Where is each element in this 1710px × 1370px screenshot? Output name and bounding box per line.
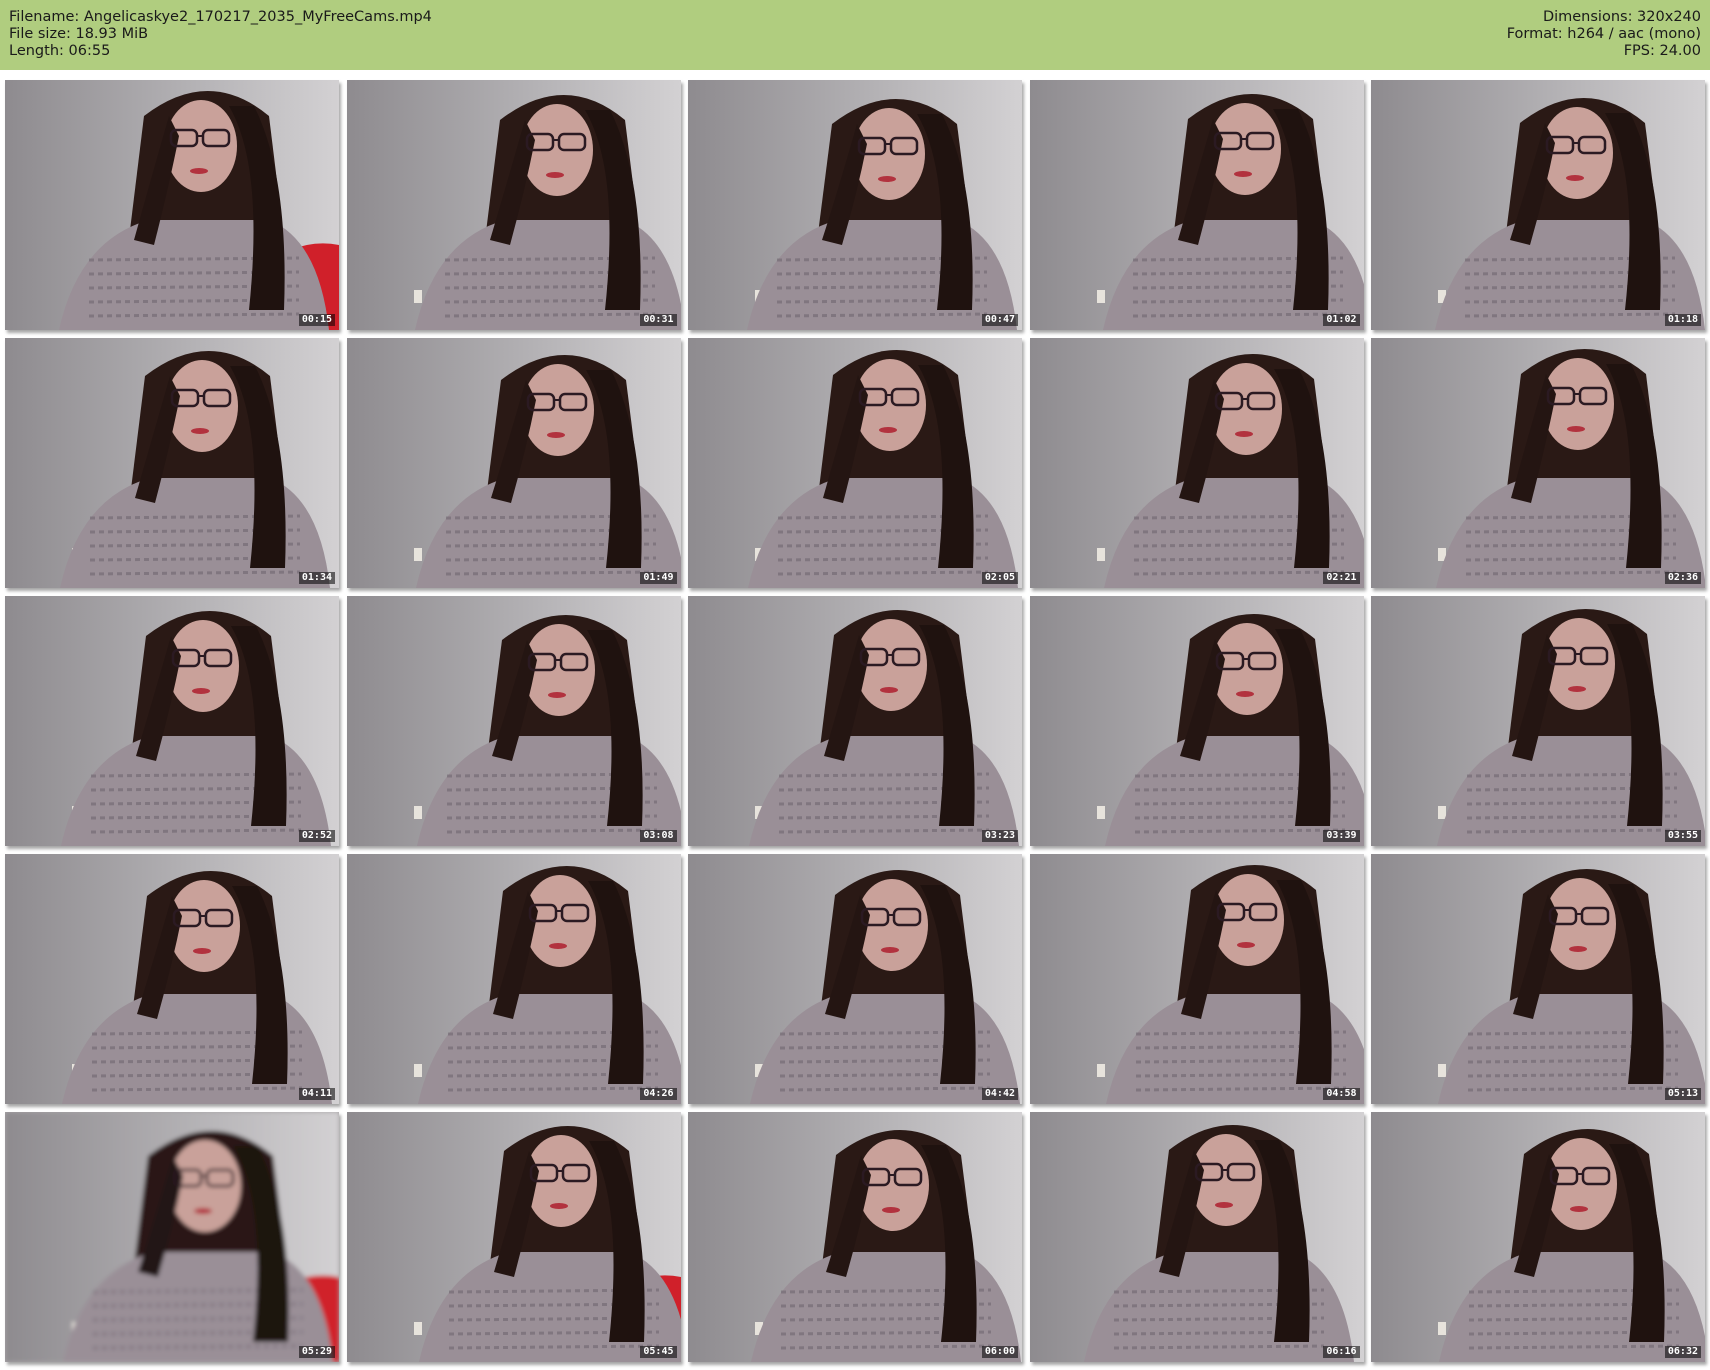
video-thumbnail[interactable]: 03:39 xyxy=(1029,596,1364,846)
video-thumbnail[interactable]: 01:02 xyxy=(1029,80,1364,330)
thumbnail-image xyxy=(5,338,339,588)
file-meta-right: Dimensions: 320x240 Format: h264 / aac (… xyxy=(1507,9,1701,60)
thumbnail-timestamp: 00:15 xyxy=(298,314,335,326)
thumbnail-timestamp: 01:02 xyxy=(1323,314,1360,326)
thumbnail-image xyxy=(1029,596,1364,846)
thumbnail-timestamp: 00:47 xyxy=(981,314,1018,326)
thumbnail-timestamp: 06:16 xyxy=(1323,1346,1360,1358)
thumbnail-image xyxy=(688,854,1022,1104)
thumbnail-image xyxy=(5,1112,339,1362)
thumbnail-image xyxy=(346,80,681,330)
video-thumbnail[interactable]: 05:29 xyxy=(5,1112,339,1362)
thumbnail-timestamp: 01:49 xyxy=(640,572,677,584)
video-thumbnail[interactable]: 04:11 xyxy=(5,854,339,1104)
thumbnail-image xyxy=(1029,1112,1364,1362)
thumbnail-image xyxy=(688,596,1022,846)
thumbnail-timestamp: 04:42 xyxy=(981,1088,1018,1100)
thumbnail-image xyxy=(5,80,339,330)
contact-sheet-header: Filename: Angelicaskye2_170217_2035_MyFr… xyxy=(0,0,1710,70)
thumbnail-image xyxy=(346,1112,681,1362)
thumbnail-timestamp: 06:32 xyxy=(1664,1346,1701,1358)
thumbnail-timestamp: 04:11 xyxy=(298,1088,335,1100)
thumbnail-image xyxy=(1029,338,1364,588)
thumbnail-timestamp: 00:31 xyxy=(640,314,677,326)
video-thumbnail[interactable]: 01:49 xyxy=(346,338,681,588)
length-line: Length: 06:55 xyxy=(9,43,111,59)
thumbnail-timestamp: 01:18 xyxy=(1664,314,1701,326)
thumbnail-image xyxy=(5,854,339,1104)
thumbnail-image xyxy=(5,596,339,846)
video-thumbnail[interactable]: 02:52 xyxy=(5,596,339,846)
thumbnail-timestamp: 02:52 xyxy=(298,830,335,842)
thumbnail-image xyxy=(688,338,1022,588)
video-thumbnail[interactable]: 01:34 xyxy=(5,338,339,588)
thumbnail-timestamp: 04:26 xyxy=(640,1088,677,1100)
thumbnail-timestamp: 03:23 xyxy=(981,830,1018,842)
thumbnail-image xyxy=(1371,596,1705,846)
video-thumbnail[interactable]: 06:16 xyxy=(1029,1112,1364,1362)
video-thumbnail[interactable]: 05:45 xyxy=(346,1112,681,1362)
video-thumbnail[interactable]: 03:55 xyxy=(1371,596,1705,846)
thumbnail-image xyxy=(346,854,681,1104)
format-line: Format: h264 / aac (mono) xyxy=(1506,26,1701,42)
thumbnail-image xyxy=(1029,854,1364,1104)
video-thumbnail[interactable]: 01:18 xyxy=(1371,80,1705,330)
filesize-line: File size: 18.93 MiB xyxy=(9,26,149,42)
dimensions-line: Dimensions: 320x240 xyxy=(1542,9,1701,25)
video-thumbnail[interactable]: 03:23 xyxy=(688,596,1022,846)
thumbnail-timestamp: 05:45 xyxy=(640,1346,677,1358)
thumbnail-timestamp: 06:00 xyxy=(981,1346,1018,1358)
thumbnail-timestamp: 02:36 xyxy=(1664,572,1701,584)
video-thumbnail[interactable]: 04:26 xyxy=(346,854,681,1104)
video-thumbnail[interactable]: 06:00 xyxy=(688,1112,1022,1362)
thumbnail-grid: 00:15 00:31 00:47 01:02 01:18 01:34 01:49 02:05… xyxy=(5,80,1705,1365)
video-thumbnail[interactable]: 00:47 xyxy=(688,80,1022,330)
filename-line: Filename: Angelicaskye2_170217_2035_MyFr… xyxy=(9,9,432,25)
thumbnail-timestamp: 02:05 xyxy=(981,572,1018,584)
thumbnail-image xyxy=(346,338,681,588)
thumbnail-image xyxy=(1371,338,1705,588)
thumbnail-timestamp: 03:55 xyxy=(1664,830,1701,842)
video-thumbnail[interactable]: 04:58 xyxy=(1029,854,1364,1104)
thumbnail-image xyxy=(1029,80,1364,330)
thumbnail-timestamp: 03:08 xyxy=(640,830,677,842)
video-thumbnail[interactable]: 02:05 xyxy=(688,338,1022,588)
thumbnail-timestamp: 04:58 xyxy=(1323,1088,1360,1100)
thumbnail-image xyxy=(1371,1112,1705,1362)
thumbnail-timestamp: 03:39 xyxy=(1323,830,1360,842)
thumbnail-image xyxy=(688,1112,1022,1362)
thumbnail-timestamp: 01:34 xyxy=(298,572,335,584)
thumbnail-timestamp: 05:29 xyxy=(298,1346,335,1358)
thumbnail-image xyxy=(688,80,1022,330)
fps-line: FPS: 24.00 xyxy=(1623,43,1701,59)
video-thumbnail[interactable]: 05:13 xyxy=(1371,854,1705,1104)
thumbnail-image xyxy=(346,596,681,846)
video-thumbnail[interactable]: 02:36 xyxy=(1371,338,1705,588)
video-thumbnail[interactable]: 00:31 xyxy=(346,80,681,330)
video-thumbnail[interactable]: 03:08 xyxy=(346,596,681,846)
video-thumbnail[interactable]: 00:15 xyxy=(5,80,339,330)
video-thumbnail[interactable]: 04:42 xyxy=(688,854,1022,1104)
video-thumbnail[interactable]: 06:32 xyxy=(1371,1112,1705,1362)
thumbnail-timestamp: 05:13 xyxy=(1664,1088,1701,1100)
thumbnail-image xyxy=(1371,854,1705,1104)
video-thumbnail[interactable]: 02:21 xyxy=(1029,338,1364,588)
thumbnail-timestamp: 02:21 xyxy=(1323,572,1360,584)
thumbnail-image xyxy=(1371,80,1705,330)
file-meta-left: Filename: Angelicaskye2_170217_2035_MyFr… xyxy=(9,9,432,60)
